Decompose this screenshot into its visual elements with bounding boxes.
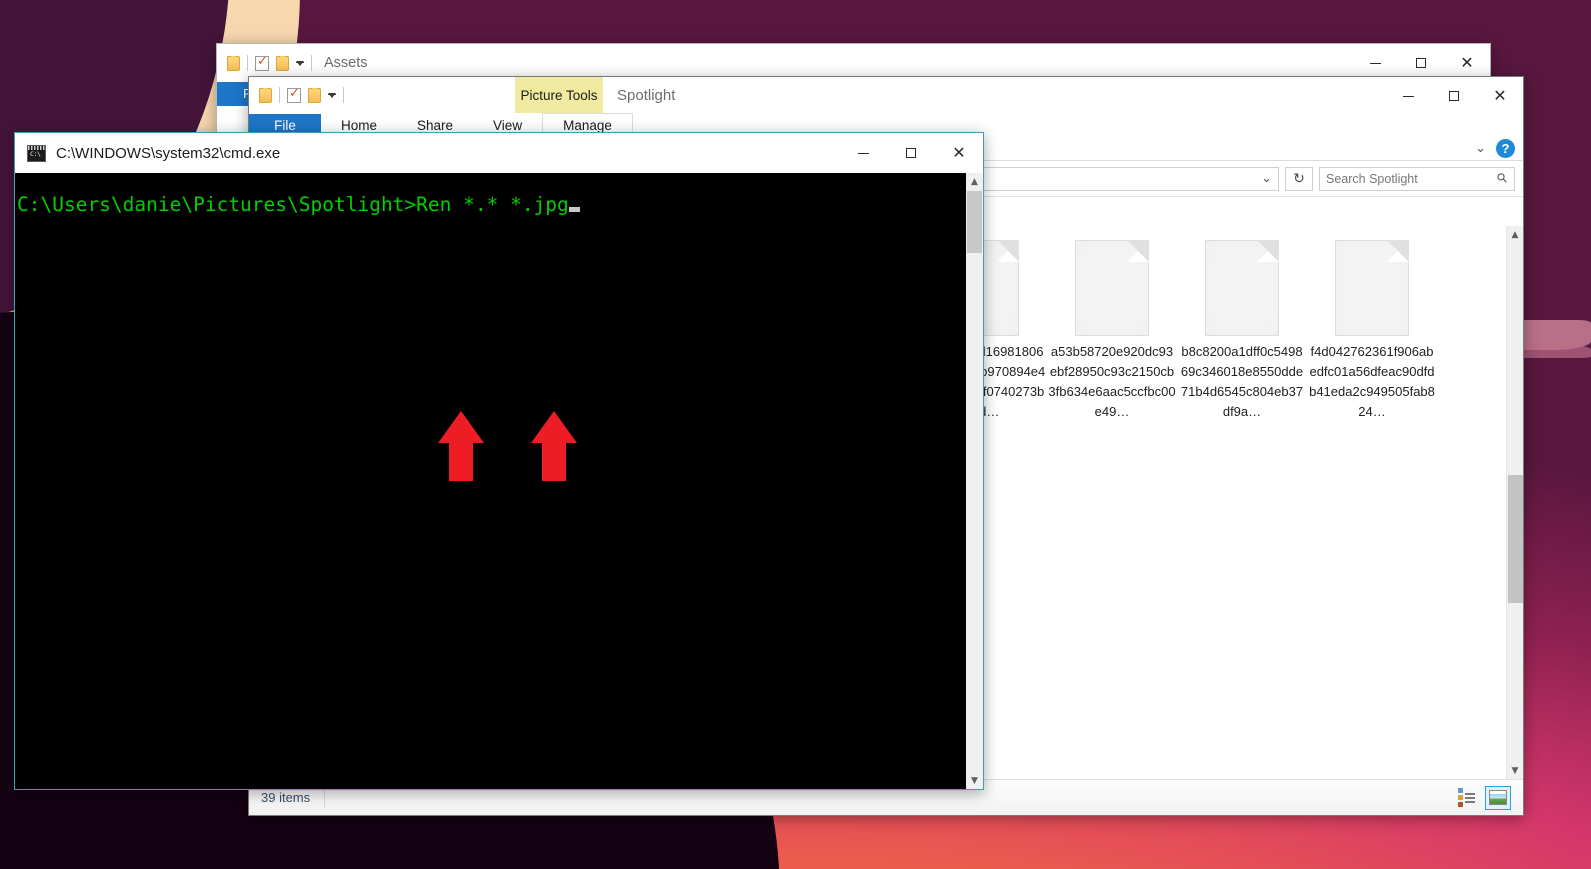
console-command: Ren *.* *.jpg bbox=[416, 193, 569, 216]
search-icon: ⚲ bbox=[1494, 169, 1512, 188]
scroll-up-icon[interactable]: ▲ bbox=[1507, 226, 1524, 243]
file-item[interactable]: b8c8200a1dff0c549869c346018e8550dde71b4d… bbox=[1177, 240, 1307, 422]
maximize-button[interactable] bbox=[1431, 77, 1477, 115]
details-view-icon bbox=[1457, 788, 1475, 807]
console-output-area[interactable]: C:\Users\danie\Pictures\Spotlight>Ren *.… bbox=[15, 173, 966, 789]
new-folder-icon[interactable] bbox=[276, 55, 289, 71]
scroll-down-icon[interactable]: ▼ bbox=[966, 772, 983, 789]
cmd-icon bbox=[27, 144, 46, 162]
minimize-icon bbox=[1402, 95, 1414, 97]
view-mode-buttons bbox=[1453, 785, 1511, 810]
file-item[interactable]: a53b58720e920dc93ebf28950c93c2150cb3fb63… bbox=[1047, 240, 1177, 422]
spotlight-window-controls: ✕ bbox=[1385, 77, 1523, 115]
spotlight-window-title: Spotlight bbox=[617, 86, 676, 104]
console-caret bbox=[568, 207, 580, 212]
properties-checkbox-icon[interactable] bbox=[255, 54, 269, 71]
file-name-label: f4d042762361f906abedfc01a56dfeac90dfdb41… bbox=[1309, 344, 1435, 419]
minimize-button[interactable] bbox=[839, 133, 887, 173]
picture-tools-contextual-tab-label: Picture Tools bbox=[515, 77, 603, 113]
customize-quick-access-caret-icon[interactable] bbox=[328, 92, 336, 98]
folder-icon[interactable] bbox=[227, 55, 240, 71]
chevron-down-icon[interactable]: ⌄ bbox=[1475, 141, 1486, 156]
generic-file-icon bbox=[1075, 240, 1149, 336]
search-placeholder: Search Spotlight bbox=[1326, 171, 1418, 186]
red-arrow-up-icon bbox=[531, 411, 577, 481]
cmd-window-controls: ✕ bbox=[839, 133, 983, 173]
minimize-button[interactable] bbox=[1385, 77, 1431, 115]
refresh-icon: ↻ bbox=[1293, 170, 1305, 187]
file-list-scrollbar[interactable]: ▲ ▼ bbox=[1506, 226, 1523, 779]
close-button[interactable]: ✕ bbox=[1477, 77, 1523, 115]
search-input[interactable]: Search Spotlight ⚲ bbox=[1319, 166, 1515, 191]
new-folder-icon[interactable] bbox=[308, 87, 321, 103]
cmd-window-title: C:\WINDOWS\system32\cmd.exe bbox=[56, 144, 281, 162]
details-view-button[interactable] bbox=[1453, 786, 1479, 810]
window-command-prompt[interactable]: C:\WINDOWS\system32\cmd.exe ✕ C:\Users\d… bbox=[14, 132, 984, 790]
close-icon: ✕ bbox=[1460, 53, 1474, 72]
assets-window-title: Assets bbox=[324, 55, 368, 71]
customize-quick-access-caret-icon[interactable] bbox=[296, 60, 304, 66]
cmd-title-bar[interactable]: C:\WINDOWS\system32\cmd.exe ✕ bbox=[15, 133, 983, 173]
close-icon: ✕ bbox=[1493, 86, 1507, 105]
folder-icon[interactable] bbox=[259, 87, 272, 103]
minimize-icon bbox=[857, 152, 869, 154]
divider bbox=[247, 55, 248, 71]
red-arrow-up-icon bbox=[438, 411, 484, 481]
large-icons-view-button[interactable] bbox=[1485, 785, 1511, 810]
item-count-label: 39 items bbox=[261, 790, 311, 805]
properties-checkbox-icon[interactable] bbox=[287, 86, 301, 103]
console-prompt: C:\Users\danie\Pictures\Spotlight> bbox=[17, 193, 417, 216]
divider bbox=[279, 87, 280, 103]
refresh-button[interactable]: ↻ bbox=[1285, 166, 1313, 191]
scroll-up-icon[interactable]: ▲ bbox=[966, 173, 983, 190]
console-prompt-line: C:\Users\danie\Pictures\Spotlight>Ren *.… bbox=[17, 193, 966, 216]
large-icons-view-icon bbox=[1489, 790, 1507, 805]
close-button[interactable]: ✕ bbox=[935, 133, 983, 173]
close-icon: ✕ bbox=[952, 143, 966, 162]
maximize-icon bbox=[1416, 58, 1426, 68]
file-name-label: b8c8200a1dff0c549869c346018e8550dde71b4d… bbox=[1180, 344, 1304, 419]
maximize-icon bbox=[906, 148, 916, 158]
generic-file-icon bbox=[1335, 240, 1409, 336]
help-icon[interactable]: ? bbox=[1496, 139, 1515, 158]
maximize-button[interactable] bbox=[887, 133, 935, 173]
generic-file-icon bbox=[1205, 240, 1279, 336]
spotlight-quick-access-toolbar: Picture Tools Spotlight ✕ bbox=[249, 77, 1523, 113]
maximize-icon bbox=[1449, 91, 1459, 101]
divider bbox=[311, 55, 312, 71]
console-scrollbar[interactable]: ▲ ▼ bbox=[966, 173, 983, 789]
scrollbar-thumb[interactable] bbox=[967, 191, 982, 253]
minimize-icon bbox=[1369, 62, 1381, 64]
divider bbox=[324, 787, 326, 808]
cmd-body: C:\Users\danie\Pictures\Spotlight>Ren *.… bbox=[15, 173, 983, 789]
scrollbar-thumb[interactable] bbox=[1508, 475, 1523, 603]
chevron-down-icon[interactable]: ⌄ bbox=[1261, 171, 1272, 186]
file-item[interactable]: f4d042762361f906abedfc01a56dfeac90dfdb41… bbox=[1307, 240, 1437, 422]
divider bbox=[343, 87, 344, 103]
scroll-down-icon[interactable]: ▼ bbox=[1507, 762, 1524, 779]
file-name-label: a53b58720e920dc93ebf28950c93c2150cb3fb63… bbox=[1048, 344, 1176, 419]
